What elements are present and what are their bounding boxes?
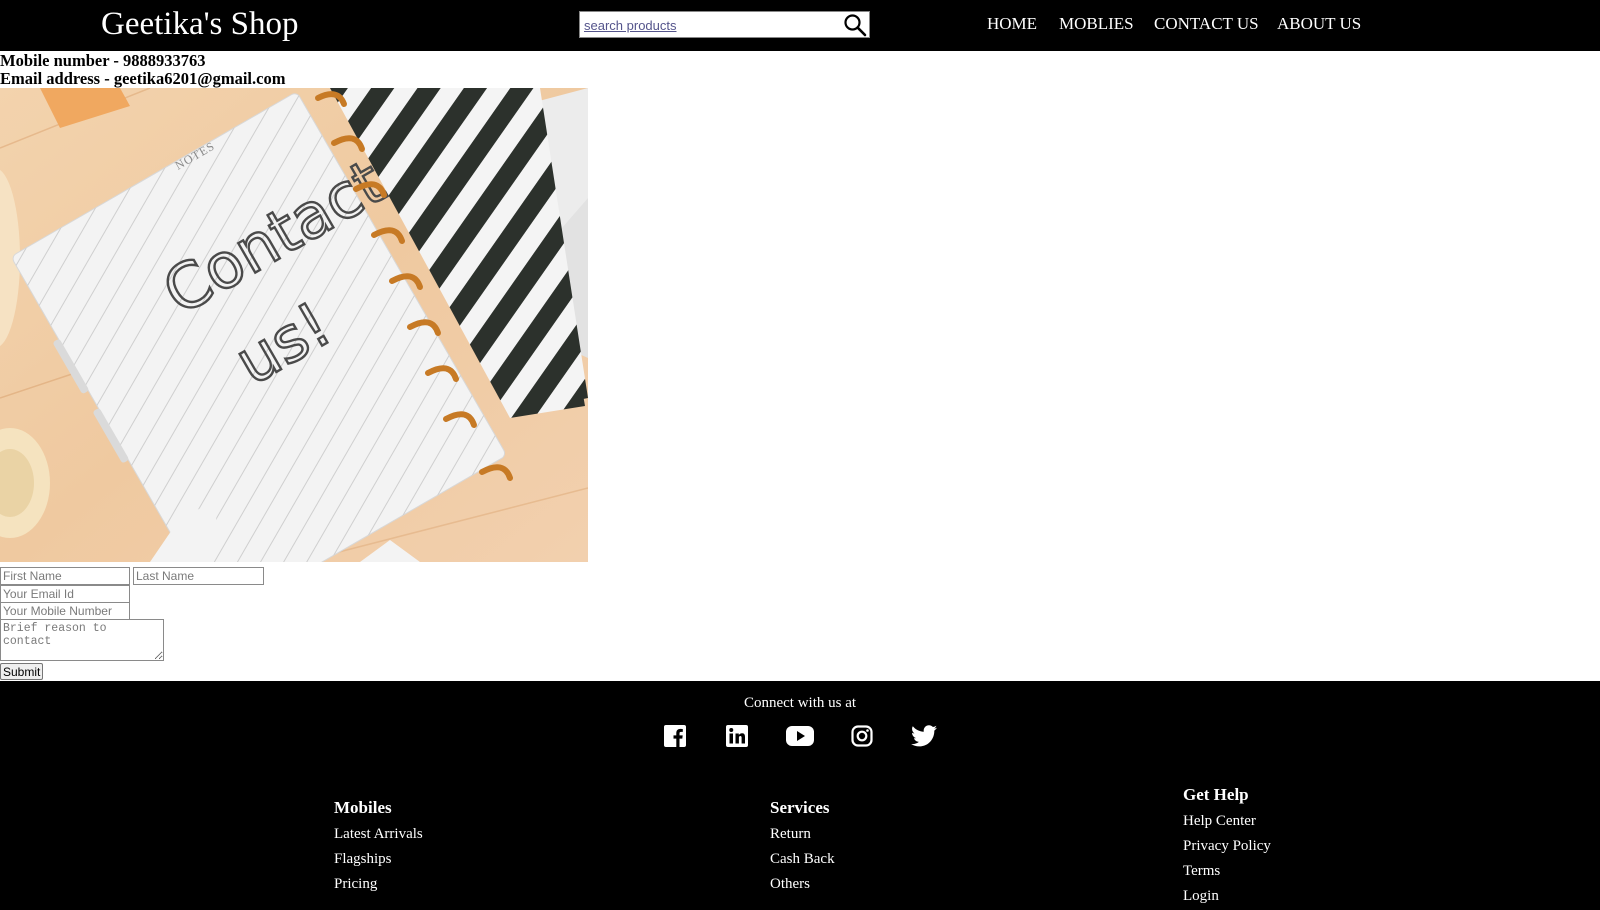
footer-link-login[interactable]: Login	[1183, 887, 1219, 905]
footer-link-cash-back[interactable]: Cash Back	[770, 850, 835, 868]
nav-home[interactable]: HOME	[987, 14, 1037, 34]
instagram-icon	[851, 725, 873, 747]
facebook-icon	[664, 725, 686, 747]
nav-mobiles[interactable]: MOBLIES	[1059, 14, 1134, 34]
facebook-link[interactable]	[660, 721, 690, 751]
footer-link-latest-arrivals[interactable]: Latest Arrivals	[334, 825, 423, 843]
site-footer: Connect with us at Mobiles Latest Arriva…	[0, 681, 1600, 910]
top-navigation-bar: Geetika's Shop HOME MOBLIES CONTACT US A…	[0, 0, 1600, 51]
connect-heading: Connect with us at	[743, 695, 857, 711]
footer-link-return[interactable]: Return	[770, 825, 811, 843]
linkedin-link[interactable]	[722, 721, 752, 751]
footer-link-help-center[interactable]: Help Center	[1183, 812, 1256, 830]
footer-link-others[interactable]: Others	[770, 875, 810, 893]
footer-link-privacy-policy[interactable]: Privacy Policy	[1183, 837, 1271, 855]
footer-link-terms[interactable]: Terms	[1183, 862, 1220, 880]
twitter-icon	[911, 725, 937, 747]
email-input[interactable]	[0, 585, 130, 603]
last-name-input[interactable]	[133, 567, 264, 585]
site-brand[interactable]: Geetika's Shop	[101, 3, 299, 45]
contact-us-image: NOTES Contact us!	[0, 88, 588, 562]
search-button[interactable]	[842, 13, 868, 37]
search-box	[579, 11, 870, 38]
first-name-input[interactable]	[0, 567, 130, 585]
reason-textarea[interactable]	[0, 619, 164, 661]
footer-link-pricing[interactable]: Pricing	[334, 875, 377, 893]
nav-about-us[interactable]: ABOUT US	[1277, 14, 1361, 34]
instagram-link[interactable]	[847, 721, 877, 751]
footer-col-get-help-title: Get Help	[1183, 785, 1249, 804]
mobile-number: Mobile number - 9888933763	[0, 51, 206, 70]
twitter-link[interactable]	[909, 721, 939, 751]
youtube-link[interactable]	[785, 721, 815, 751]
email-address: Email address - geetika6201@gmail.com	[0, 69, 286, 88]
search-input[interactable]	[584, 16, 834, 34]
submit-button[interactable]: Submit	[0, 663, 44, 680]
youtube-icon	[786, 726, 814, 746]
footer-col-mobiles-title: Mobiles	[334, 798, 392, 817]
footer-col-services-title: Services	[770, 798, 830, 817]
footer-link-flagships[interactable]: Flagships	[334, 850, 392, 868]
magnifier-icon	[844, 14, 867, 37]
nav-contact-us[interactable]: CONTACT US	[1154, 14, 1259, 34]
mobile-number-input[interactable]	[0, 602, 130, 620]
linkedin-icon	[726, 725, 748, 747]
